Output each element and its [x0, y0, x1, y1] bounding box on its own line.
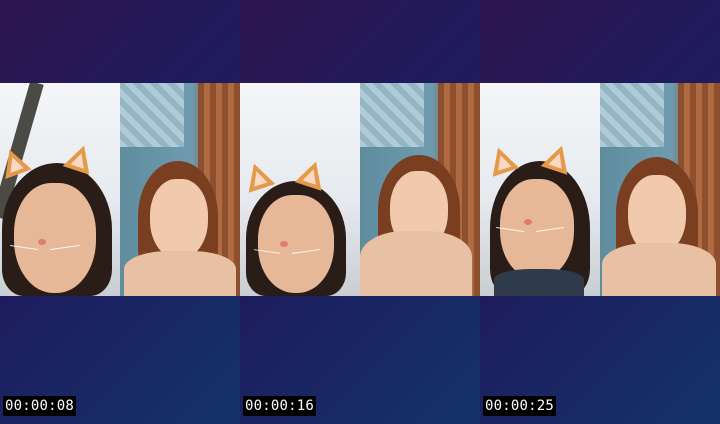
video-frame-strip: 00:00:08 00:00:16 00:00:25 — [0, 0, 720, 424]
shoulders — [602, 243, 716, 296]
split-video-3 — [480, 83, 720, 296]
left-camera-pane — [0, 83, 120, 296]
wall-tile — [360, 83, 424, 147]
face — [14, 183, 96, 293]
wall-tile — [600, 83, 664, 147]
left-camera-pane — [240, 83, 360, 296]
shoulders — [124, 251, 236, 296]
timestamp: 00:00:25 — [483, 396, 557, 416]
right-camera-pane — [120, 83, 240, 296]
video-frame-1: 00:00:08 — [0, 0, 240, 424]
cat-nose-filter-icon — [524, 219, 532, 225]
wall-tile — [120, 83, 184, 147]
cat-nose-filter-icon — [38, 239, 46, 245]
right-camera-pane — [600, 83, 720, 296]
split-video-2 — [240, 83, 480, 296]
right-camera-pane — [360, 83, 480, 296]
split-video-1 — [0, 83, 240, 296]
face — [150, 179, 208, 259]
timestamp: 00:00:08 — [3, 396, 77, 416]
shoulders — [360, 231, 472, 296]
face — [258, 195, 334, 293]
shirt — [494, 269, 584, 296]
video-frame-3: 00:00:25 — [480, 0, 720, 424]
video-frame-2: 00:00:16 — [240, 0, 480, 424]
left-camera-pane — [480, 83, 600, 296]
cat-nose-filter-icon — [280, 241, 288, 247]
timestamp: 00:00:16 — [243, 396, 317, 416]
